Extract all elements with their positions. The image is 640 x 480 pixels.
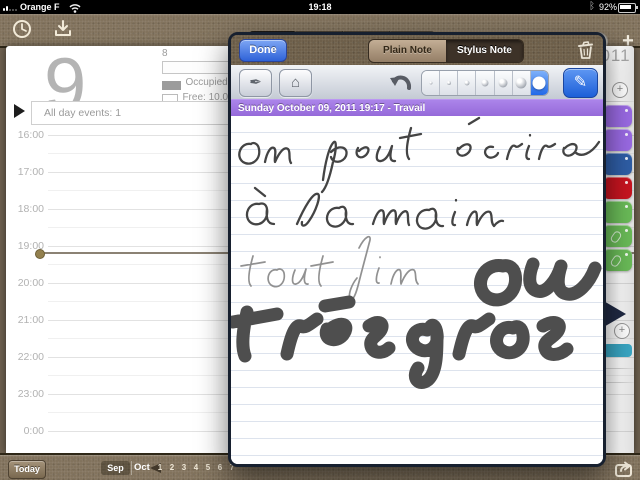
- date-button[interactable]: 2: [167, 463, 177, 472]
- date-button[interactable]: 3: [179, 463, 189, 472]
- download-icon[interactable]: [53, 19, 73, 39]
- category-tab[interactable]: [603, 177, 632, 199]
- trash-icon[interactable]: [575, 40, 596, 61]
- done-button[interactable]: Done: [239, 39, 287, 62]
- time-label: 0:00: [8, 425, 44, 437]
- pen-size-5[interactable]: [495, 71, 513, 95]
- note-title: Sunday October 09, 2011 19:17 - Travail: [231, 100, 603, 117]
- month-divider: [131, 461, 132, 475]
- status-bar: Orange F 19:18 ᛒ 92%: [0, 0, 640, 14]
- all-day-events-field[interactable]: All day events: 1: [31, 101, 243, 125]
- date-button[interactable]: 5: [203, 463, 213, 472]
- time-label: 20:00: [8, 277, 44, 289]
- pen-size-1[interactable]: [422, 71, 440, 95]
- screen: Orange F 19:18 ᛒ 92% Day Week Month List: [0, 0, 640, 480]
- rail-divider: [602, 382, 634, 383]
- tab-plain-note[interactable]: Plain Note: [369, 40, 446, 62]
- add-category-button[interactable]: +: [614, 323, 630, 339]
- undo-icon[interactable]: [389, 72, 413, 92]
- category-tab-with-attachment[interactable]: [603, 225, 632, 247]
- occupied-label: Occupied:: [185, 77, 230, 88]
- time-label: 18:00: [8, 203, 44, 215]
- home-tool-button[interactable]: ⌂: [279, 69, 312, 97]
- pen-dot: [516, 78, 527, 89]
- battery-percent-label: 92%: [599, 2, 617, 12]
- pen-size-2[interactable]: [440, 71, 458, 95]
- current-time-dot: [35, 249, 45, 259]
- pen-dot: [533, 77, 546, 90]
- occupancy-gauge-bar: [162, 61, 232, 74]
- category-tab[interactable]: [603, 105, 632, 127]
- category-tab[interactable]: [603, 129, 632, 151]
- date-button[interactable]: 1: [155, 463, 165, 472]
- bluetooth-icon: ᛒ: [589, 1, 595, 12]
- battery-icon: [618, 3, 636, 13]
- stamp-tool-button[interactable]: ✒: [239, 69, 272, 97]
- note-modal-header: Done Plain Note Stylus Note: [231, 35, 603, 66]
- occupied-swatch: [162, 81, 181, 90]
- add-category-button[interactable]: +: [612, 82, 628, 98]
- tab-stylus-note[interactable]: Stylus Note: [446, 40, 523, 62]
- time-label: 17:00: [8, 166, 44, 178]
- pen-size-6[interactable]: [513, 71, 531, 95]
- clock-label: 19:18: [0, 2, 640, 12]
- note-editor-modal: Done Plain Note Stylus Note ✒ ⌂: [228, 32, 606, 467]
- month-tab-oct[interactable]: Oct: [134, 462, 150, 473]
- stylus-toolbar: ✒ ⌂ ✎: [231, 65, 603, 100]
- time-label: 23:00: [8, 388, 44, 400]
- month-tab-sep[interactable]: Sep: [101, 461, 130, 475]
- note-type-segmented-control: Plain Note Stylus Note: [368, 39, 524, 63]
- time-label: 22:00: [8, 351, 44, 363]
- note-title-bar: Sunday October 09, 2011 19:17 - Travail: [231, 99, 603, 117]
- time-label: 16:00: [8, 129, 44, 141]
- pen-dot: [429, 82, 432, 85]
- category-tab[interactable]: [603, 201, 632, 223]
- all-day-disclosure-arrow[interactable]: [14, 104, 25, 118]
- pen-dot: [464, 81, 469, 86]
- note-paper[interactable]: [231, 116, 603, 464]
- rail-divider: [602, 368, 634, 369]
- share-icon[interactable]: [614, 459, 636, 479]
- pen-dot: [447, 81, 451, 85]
- pencil-tool-button[interactable]: ✎: [563, 68, 598, 98]
- sync-clock-icon[interactable]: [11, 18, 33, 40]
- rail-divider: [602, 101, 634, 102]
- pen-dot: [499, 79, 508, 88]
- date-button[interactable]: 4: [191, 463, 201, 472]
- time-label: 21:00: [8, 314, 44, 326]
- pen-size-7-selected[interactable]: [531, 71, 548, 95]
- date-button[interactable]: 6: [215, 463, 225, 472]
- category-tab[interactable]: [603, 153, 632, 175]
- today-button[interactable]: Today: [8, 460, 46, 479]
- category-tab-extra[interactable]: [603, 344, 632, 357]
- category-tab-with-attachment[interactable]: [603, 249, 632, 271]
- pen-size-segmented-control: [421, 70, 549, 96]
- handwriting-svg: [231, 116, 603, 464]
- pen-size-3[interactable]: [458, 71, 476, 95]
- pen-size-4[interactable]: [476, 71, 494, 95]
- pen-dot: [481, 80, 488, 87]
- gauge-value-label: 8: [162, 48, 168, 59]
